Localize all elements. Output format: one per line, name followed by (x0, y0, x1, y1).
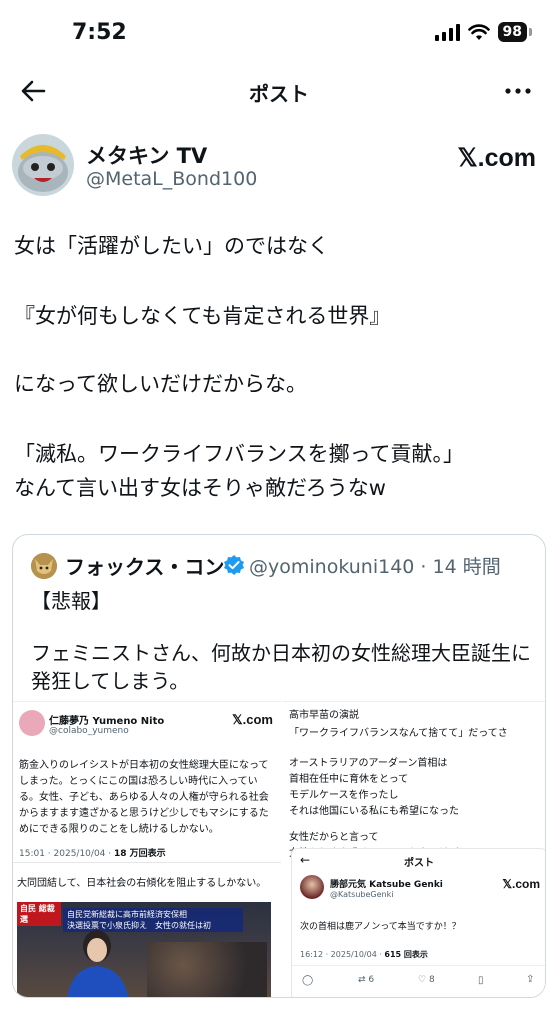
embedded-text-line: それは他国にいる私にも希望になった (289, 806, 459, 817)
post-text-line: になって欲しいだけだからな。 (14, 372, 307, 396)
author-handle[interactable]: @MetaL_Bond100 (86, 168, 257, 190)
inner-views: 615 回表示 (384, 950, 428, 959)
inner-author-name: 勝部元気 Katsube Genki (330, 880, 443, 890)
battery-level: 98 (497, 22, 527, 42)
embedded-text-line: 「ワークライフバランスなんて捨てて」だってさ (289, 728, 508, 739)
embedded-text-line: オーストラリアのアーダーン首相は (289, 758, 448, 769)
battery-tip (529, 28, 532, 36)
quoted-author-avatar[interactable] (31, 553, 57, 579)
inner-reply-icon: ◯ (302, 975, 314, 986)
embedded-text-line: 筋金入りのレイシストが日本初の女性総理大臣になって (19, 760, 269, 771)
inner-page-title: ポスト (404, 858, 434, 869)
author-name[interactable]: メタキン TV (86, 140, 207, 170)
crowd-background (147, 942, 267, 997)
inner-timestamp: 16:12 · 2025/10/04 · 615 回表示 (300, 949, 428, 960)
embedded-text-line: めにできる限りのことをし続けるしかない。 (19, 824, 219, 835)
inner-bookmark-icon: ▯ (478, 975, 484, 986)
news-photo: 自民 総裁選 自民党新総裁に高市前経済安保相 決選投票で小泉氏抑え 女性の就任は… (17, 902, 271, 997)
post-text-line: 『女が何もしなくても肯定される世界』 (14, 304, 391, 328)
embedded-text-line: モデルケースを作ったし (289, 790, 399, 801)
cellular-signal-icon (434, 23, 460, 41)
status-bar: 7:52 98 (0, 0, 558, 64)
more-options-icon[interactable] (504, 84, 532, 98)
embedded-author-name: 仁藤夢乃 Yumeno Nito (49, 716, 165, 727)
embedded-text-line: 女性だからと言って (289, 832, 379, 843)
embedded-text-line: 高市早苗の演説 (289, 710, 359, 721)
page-title: ポスト (249, 82, 309, 106)
embedded-inner-post: ← ポスト 勝部元気 Katsube Genki @KatsubeGenki 𝕏… (291, 848, 545, 997)
divider (292, 965, 545, 966)
embedded-text-line: からますます遠ざかると思うけど少しでもマシにするた (19, 808, 269, 819)
attached-image-left[interactable]: 仁藤夢乃 Yumeno Nito @colabo_yumeno 𝕏.com 筋金… (13, 701, 281, 997)
wifi-icon (467, 23, 490, 40)
inner-like-count: 8 (428, 975, 435, 985)
inner-retweet-count: 6 (368, 975, 375, 985)
quoted-text-line: フェミニストさん、何故か日本初の女性総理大臣誕生に (31, 641, 531, 665)
inner-author-handle: @KatsubeGenki (330, 890, 394, 899)
attached-image-right[interactable]: 高市早苗の演説 「ワークライフバランスなんて捨てて」だってさ オーストラリアのア… (283, 701, 545, 997)
divider (13, 862, 281, 863)
embedded-author-handle: @colabo_yumeno (49, 726, 129, 736)
verified-badge-icon (224, 555, 244, 575)
clock: 7:52 (72, 20, 127, 45)
inner-retweet: ⇄ 6 (358, 975, 375, 985)
quoted-post[interactable]: フォックス・コン @yominokuni140 · 14 時間 【悲報】 フェミ… (12, 534, 546, 998)
inner-share-icon: ⇪ (526, 974, 535, 985)
embedded-footer-text: 大同団結して、日本社会の右傾化を阻止するしかない。 (17, 878, 267, 889)
inner-post-text: 次の首相は鹿アノンって本当ですか！？ (300, 922, 461, 932)
embedded-views: 18 万回表示 (113, 849, 166, 859)
embedded-text-line: 首相在任中に育休をとって (289, 774, 409, 785)
embedded-text-line: しまった。とっくにこの国は恐ろしい時代に入ってい (19, 776, 258, 787)
inner-like: ♡ 8 (418, 975, 435, 985)
post-text-line: 女は「活躍がしたい」のではなく (14, 234, 329, 258)
person-figure (67, 930, 129, 997)
embedded-avatar (19, 710, 45, 736)
embedded-x-watermark: 𝕏.com (232, 712, 273, 727)
embedded-timestamp: 15:01 · 2025/10/04 · 18 万回表示 (19, 846, 166, 859)
x-watermark: 𝕏.com (457, 144, 537, 172)
author-avatar[interactable] (12, 134, 74, 196)
top-nav: ポスト (0, 72, 558, 112)
news-banner-line: 自民党新総裁に高市前経済安保相 (67, 910, 187, 919)
quoted-text-line: 発狂してしまう。 (31, 669, 190, 693)
quoted-author-name[interactable]: フォックス・コン (65, 551, 224, 580)
news-tag: 自民 総裁選 (17, 902, 61, 926)
embedded-time: 15:01 · 2025/10/04 · (19, 849, 114, 859)
post-text-line: なんて言い出す女はそりゃ敵だろうなw (14, 476, 386, 500)
inner-avatar (300, 875, 324, 899)
status-icons: 98 (434, 22, 532, 42)
inner-time: 16:12 · 2025/10/04 · (300, 950, 385, 959)
post-text-line: 「滅私。ワークライフバランスを擲って貢献。」 (14, 442, 465, 466)
inner-x-watermark: 𝕏.com (502, 877, 540, 891)
quoted-handle-time: @yominokuni140 · 14 時間 (249, 556, 501, 578)
embedded-text-line: る。女性、子ども、あらゆる人々の人権が守られる社会 (19, 792, 269, 803)
quoted-text-line: 【悲報】 (31, 589, 111, 613)
